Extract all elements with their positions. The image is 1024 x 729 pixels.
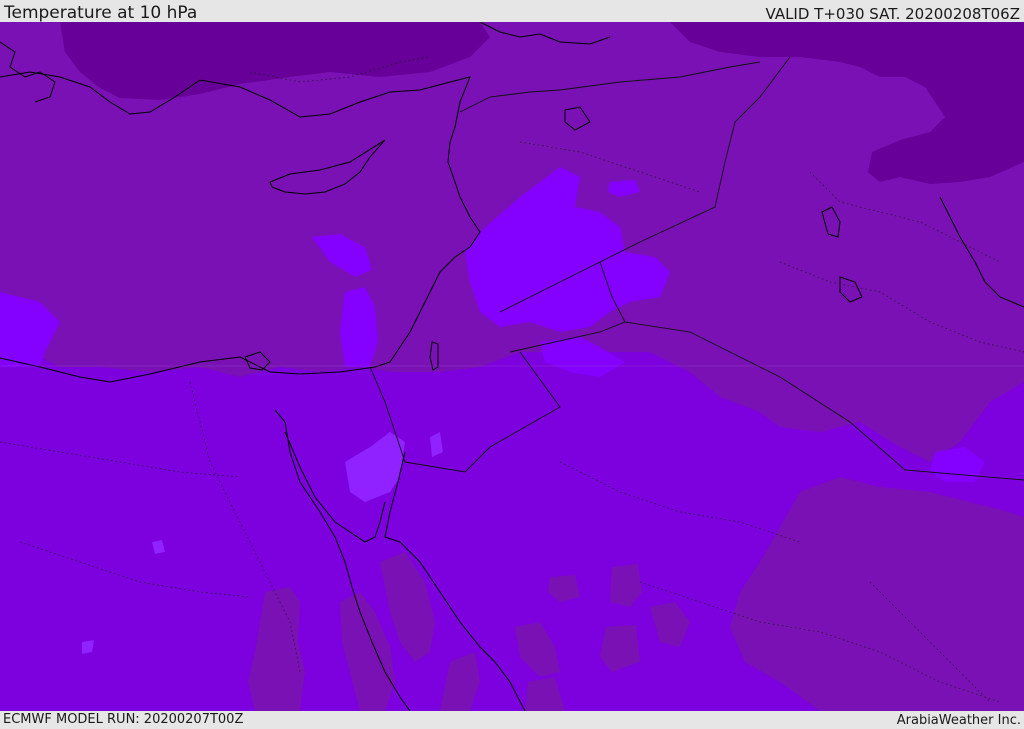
map-canvas <box>0 22 1024 711</box>
header-bar: Temperature at 10 hPa VALID T+030 SAT. 2… <box>0 0 1024 23</box>
footer-bar: ECMWF MODEL RUN: 20200207T00Z ArabiaWeat… <box>0 711 1024 729</box>
valid-time: VALID T+030 SAT. 20200208T06Z <box>765 5 1020 23</box>
temperature-map <box>0 22 1024 711</box>
credit: ArabiaWeather Inc. <box>896 713 1021 728</box>
map-title: Temperature at 10 hPa <box>4 3 198 23</box>
model-run: ECMWF MODEL RUN: 20200207T00Z <box>3 712 244 727</box>
